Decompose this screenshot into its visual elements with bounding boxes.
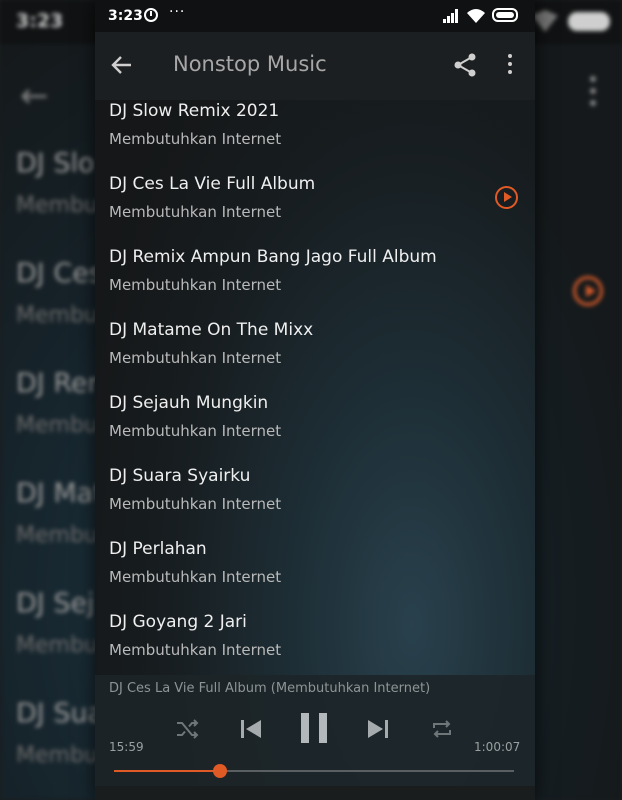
song-list: DJ Slow Remix 2021 Membutuhkan Internet …	[95, 100, 535, 675]
status-more-indicator: ···	[169, 4, 186, 20]
song-subtitle: Membutuhkan Internet	[109, 641, 282, 659]
app-bar: Nonstop Music	[95, 32, 535, 100]
timer-icon	[144, 8, 158, 22]
status-time: 3:23	[108, 8, 143, 24]
bg-battery-icon	[568, 12, 610, 31]
song-subtitle: Membutuhkan Internet	[109, 130, 282, 148]
song-item[interactable]: DJ Suara Syairku Membutuhkan Internet	[95, 465, 535, 538]
song-item[interactable]: DJ Perlahan Membutuhkan Internet	[95, 538, 535, 611]
song-title: DJ Suara Syairku	[109, 466, 251, 486]
bg-song-title: DJ Sua	[16, 698, 105, 729]
song-title: DJ Slow Remix 2021	[109, 101, 280, 121]
bg-song-sub: Membu	[16, 523, 98, 548]
song-title: DJ Perlahan	[109, 539, 207, 559]
player-bar: DJ Ces La Vie Full Album (Membutuhkan In…	[95, 675, 535, 800]
repeat-icon[interactable]	[430, 718, 454, 740]
bg-song-sub: Membu	[16, 743, 98, 768]
song-subtitle: Membutuhkan Internet	[109, 203, 282, 221]
seek-bar[interactable]	[114, 764, 514, 778]
song-title: DJ Ces La Vie Full Album	[109, 174, 316, 194]
share-icon[interactable]	[453, 52, 477, 78]
song-title: DJ Matame On The Mixx	[109, 320, 314, 340]
song-title: DJ Goyang 2 Jari	[109, 612, 247, 632]
bg-more-vert-icon	[590, 76, 598, 112]
signal-icon	[443, 9, 461, 23]
page-title: Nonstop Music	[173, 52, 327, 76]
more-vert-icon[interactable]	[507, 54, 513, 78]
song-subtitle: Membutuhkan Internet	[109, 276, 282, 294]
bottom-edge	[95, 786, 535, 800]
elapsed-time: 15:59	[109, 740, 144, 754]
total-time: 1:00:07	[474, 740, 521, 754]
bg-song-title: DJ Slo	[16, 148, 95, 179]
seek-thumb[interactable]	[213, 764, 228, 778]
bg-status-time: 3:23	[16, 10, 64, 32]
bg-play-icon	[573, 276, 603, 306]
bg-song-sub: Membu	[16, 413, 98, 438]
bg-song-title: DJ Ces	[16, 258, 103, 289]
song-item[interactable]: DJ Goyang 2 Jari Membutuhkan Internet	[95, 611, 535, 675]
skip-previous-icon[interactable]	[238, 716, 264, 742]
pause-icon[interactable]	[298, 711, 330, 745]
song-subtitle: Membutuhkan Internet	[109, 568, 282, 586]
skip-next-icon[interactable]	[365, 716, 391, 742]
song-item[interactable]: DJ Remix Ampun Bang Jago Full Album Memb…	[95, 246, 535, 319]
bg-song-sub: Membu	[16, 303, 98, 328]
now-playing-label: DJ Ces La Vie Full Album (Membutuhkan In…	[109, 681, 431, 696]
song-item[interactable]: DJ Sejauh Mungkin Membutuhkan Internet	[95, 392, 535, 465]
bg-song-sub: Membu	[16, 193, 98, 218]
wifi-icon	[467, 9, 485, 23]
shuffle-icon[interactable]	[175, 719, 199, 739]
bg-song-title: DJ Mat	[16, 478, 104, 509]
battery-icon	[492, 8, 518, 22]
song-subtitle: Membutuhkan Internet	[109, 422, 282, 440]
song-title: DJ Remix Ampun Bang Jago Full Album	[109, 247, 437, 267]
song-item[interactable]: DJ Matame On The Mixx Membutuhkan Intern…	[95, 319, 535, 392]
song-title: DJ Sejauh Mungkin	[109, 393, 269, 413]
bg-song-sub: Membu	[16, 633, 98, 658]
phone-screen: 3:23 ··· Nonstop Music DJ Slow Remix 202…	[95, 0, 535, 800]
song-subtitle: Membutuhkan Internet	[109, 349, 282, 367]
song-item[interactable]: DJ Ces La Vie Full Album Membutuhkan Int…	[95, 173, 535, 246]
play-circle-icon[interactable]	[495, 186, 518, 209]
back-arrow-icon[interactable]	[109, 52, 135, 78]
song-subtitle: Membutuhkan Internet	[109, 495, 282, 513]
bg-song-title: DJ Sej	[16, 588, 95, 619]
bg-back-arrow-icon: ←	[20, 76, 49, 116]
bg-song-title: DJ Ren	[16, 368, 105, 399]
song-item[interactable]: DJ Slow Remix 2021 Membutuhkan Internet	[95, 100, 535, 173]
status-bar: 3:23 ···	[95, 0, 535, 32]
seek-progress	[114, 770, 221, 772]
